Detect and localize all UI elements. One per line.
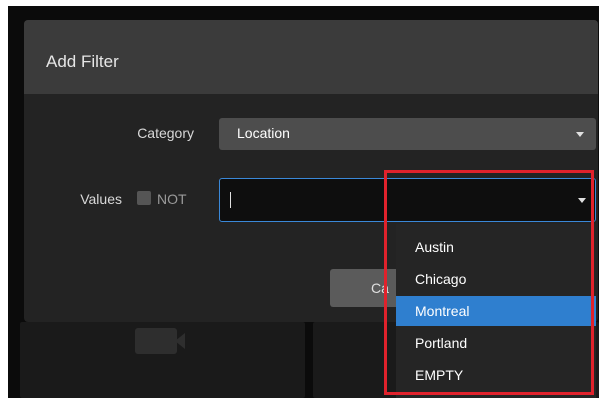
- not-label: NOT: [157, 191, 187, 207]
- values-dropdown: Austin Chicago Montreal Portland EMPTY: [396, 224, 596, 398]
- dialog-title: Add Filter: [46, 52, 119, 71]
- dropdown-option[interactable]: Portland: [396, 328, 596, 358]
- text-cursor: [230, 192, 231, 208]
- cancel-button-label: Ca: [371, 280, 389, 296]
- chevron-down-icon[interactable]: [578, 198, 586, 203]
- chevron-down-icon: [576, 132, 584, 137]
- app-screen: Add Filter Category Location Values NOT …: [8, 6, 599, 398]
- dropdown-option-selected[interactable]: Montreal: [396, 296, 596, 326]
- category-select[interactable]: Location: [219, 118, 596, 150]
- category-select-value: Location: [237, 125, 290, 141]
- values-input[interactable]: [219, 178, 596, 222]
- dropdown-option[interactable]: Austin: [396, 232, 596, 262]
- video-camera-icon: [135, 328, 185, 354]
- category-label: Category: [137, 125, 194, 141]
- dropdown-option[interactable]: Chicago: [396, 264, 596, 294]
- values-label: Values: [80, 191, 122, 207]
- dropdown-option[interactable]: EMPTY: [396, 360, 596, 390]
- not-checkbox[interactable]: [137, 191, 151, 205]
